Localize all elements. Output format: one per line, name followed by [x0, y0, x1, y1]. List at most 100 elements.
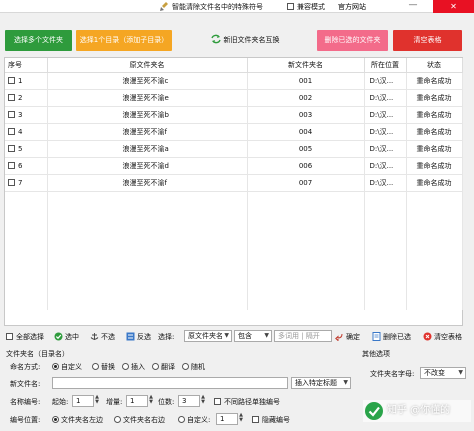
mode-radio-random[interactable]: 随机: [182, 362, 205, 372]
chevron-down-icon: ▼: [458, 369, 463, 376]
filter-mode-select[interactable]: 包含 ▼: [234, 330, 272, 342]
radio-dot[interactable]: [92, 363, 99, 370]
insert-special-select[interactable]: 插入特定标题 ▼: [291, 377, 351, 389]
table-row[interactable]: 6 浪漫至死不渝d 006 D:\汉... 重命名成功: [5, 157, 463, 175]
cell-no[interactable]: 2: [5, 89, 48, 107]
clear-table-small-button[interactable]: 清空表格: [423, 332, 462, 342]
back-arrow-icon: [335, 332, 344, 342]
swap-names-button[interactable]: 新旧文件夹名互换: [203, 30, 287, 51]
title-bar: 智能清除文件名中的特殊符号 兼容模式 官方网站 — ✕: [0, 0, 474, 13]
new-name-input[interactable]: [52, 377, 288, 389]
mode-radio-custom[interactable]: 自定义: [52, 362, 82, 372]
cell-no[interactable]: 1: [5, 72, 48, 90]
per-path-number-checkbox[interactable]: 不同路径单独编号: [214, 397, 280, 407]
cell-new-name: 006: [247, 157, 365, 175]
select-button[interactable]: 选中: [54, 332, 79, 342]
filter-field-select[interactable]: 原文件夹名 ▼: [184, 330, 232, 342]
table-row[interactable]: 7 浪漫至死不渝f 007 D:\汉... 重命名成功: [5, 174, 463, 192]
position-radio-right[interactable]: 文件夹名右边: [114, 415, 165, 425]
folder-table[interactable]: 序号 原文件夹名 新文件夹名 所在位置 状态 1 浪漫至死不渝c 001 D:\汉..…: [4, 57, 463, 326]
clear-table-button[interactable]: 清空表格: [393, 30, 462, 51]
start-label: 起始:: [52, 398, 69, 406]
col-header-original-name[interactable]: 原文件夹名: [47, 58, 248, 73]
cell-new-name: 004: [247, 123, 365, 141]
custom-position-input[interactable]: 1: [216, 413, 238, 425]
cell-no[interactable]: 3: [5, 106, 48, 124]
hide-number-checkbox[interactable]: 隐藏编号: [252, 415, 290, 425]
row-checkbox[interactable]: [8, 110, 15, 118]
empty-row: [5, 225, 463, 242]
radio-dot[interactable]: [122, 363, 129, 370]
deselect-button[interactable]: 不选: [90, 332, 115, 342]
radio-dot[interactable]: [182, 363, 189, 370]
cell-no[interactable]: 7: [5, 174, 48, 192]
mode-radio-insert[interactable]: 插入: [122, 362, 145, 372]
cell-location: D:\汉...: [364, 174, 407, 192]
checkbox-box[interactable]: [214, 398, 221, 405]
mode-radio-translate[interactable]: 翻译: [152, 362, 175, 372]
digits-stepper[interactable]: ▲ ▼: [200, 395, 206, 407]
row-checkbox[interactable]: [8, 144, 15, 152]
cell-new-name: 003: [247, 106, 365, 124]
close-button[interactable]: ✕: [433, 0, 474, 13]
radio-dot[interactable]: [114, 416, 121, 423]
row-checkbox[interactable]: [8, 161, 15, 169]
delete-selected-folders-button[interactable]: 删除已选的文件夹: [317, 30, 388, 51]
custom-position-stepper[interactable]: ▲ ▼: [238, 413, 244, 425]
step-input[interactable]: 1: [126, 395, 148, 407]
cell-status: 重命名成功: [406, 106, 463, 124]
cell-location: D:\汉...: [364, 123, 407, 141]
table-row[interactable]: 1 浪漫至死不渝c 001 D:\汉... 重命名成功: [5, 72, 463, 90]
row-checkbox[interactable]: [8, 76, 15, 84]
official-site-link[interactable]: 官方网站: [338, 2, 366, 12]
start-stepper[interactable]: ▲ ▼: [94, 395, 100, 407]
empty-row: [5, 276, 463, 293]
cell-location: D:\汉...: [364, 72, 407, 90]
radio-dot[interactable]: [52, 363, 59, 370]
position-radio-left[interactable]: 文件夹名左边: [52, 415, 103, 425]
table-row[interactable]: 2 浪漫至死不渝e 002 D:\汉... 重命名成功: [5, 89, 463, 107]
row-checkbox[interactable]: [8, 93, 15, 101]
case-select[interactable]: 不改变 ▼: [420, 367, 466, 379]
cell-no[interactable]: 4: [5, 123, 48, 141]
table-row[interactable]: 3 浪漫至死不渝b 003 D:\汉... 重命名成功: [5, 106, 463, 124]
col-header-status[interactable]: 状态: [406, 58, 463, 73]
table-row[interactable]: 5 浪漫至死不渝a 005 D:\汉... 重命名成功: [5, 140, 463, 158]
row-checkbox[interactable]: [8, 127, 15, 135]
table-row[interactable]: 4 浪漫至死不渝f 004 D:\汉... 重命名成功: [5, 123, 463, 141]
digits-input[interactable]: 3: [178, 395, 200, 407]
minimize-button[interactable]: —: [393, 0, 433, 13]
checkbox-box[interactable]: [287, 3, 294, 10]
empty-row: [5, 191, 463, 208]
cell-no[interactable]: 6: [5, 157, 48, 175]
step-stepper[interactable]: ▲ ▼: [148, 395, 154, 407]
chevron-down-icon: ▼: [343, 379, 348, 386]
new-name-label: 新文件名:: [10, 380, 41, 388]
rename-options-group: 文件夹名（目录名） 命名方式: 自定义 替换 插入 翻译 随机 新文件名: 插入…: [4, 349, 354, 427]
compat-mode-checkbox[interactable]: 兼容模式: [287, 2, 325, 12]
row-checkbox[interactable]: [8, 178, 15, 186]
mode-radio-replace[interactable]: 替换: [92, 362, 115, 372]
confirm-filter-button[interactable]: 确定: [335, 332, 360, 342]
col-header-new-name[interactable]: 新文件夹名: [247, 58, 365, 73]
col-header-no[interactable]: 序号: [5, 58, 48, 73]
radio-dot[interactable]: [152, 363, 159, 370]
select-directory-button[interactable]: 选择1个目录（添加子目录）: [76, 30, 172, 51]
invert-selection-button[interactable]: 反选: [126, 332, 151, 342]
filter-keyword-input[interactable]: 多词用 | 隔开: [274, 330, 332, 342]
cell-new-name: 001: [247, 72, 365, 90]
radio-dot[interactable]: [52, 416, 59, 423]
col-header-location[interactable]: 所在位置: [364, 58, 407, 73]
checkbox-box[interactable]: [252, 416, 259, 423]
other-options-group: 其他选项 文件夹名字母: 不改变 ▼: [360, 349, 470, 391]
radio-dot[interactable]: [178, 416, 185, 423]
select-folders-button[interactable]: 选择多个文件夹: [5, 30, 72, 51]
delete-selected-button[interactable]: 删除已选: [372, 332, 411, 342]
position-radio-custom[interactable]: 自定义:: [178, 415, 210, 425]
checkbox-box[interactable]: [6, 333, 13, 340]
cell-status: 重命名成功: [406, 89, 463, 107]
empty-row: [5, 242, 463, 259]
select-all-checkbox[interactable]: 全部选择: [6, 332, 44, 342]
start-input[interactable]: 1: [72, 395, 94, 407]
cell-no[interactable]: 5: [5, 140, 48, 158]
